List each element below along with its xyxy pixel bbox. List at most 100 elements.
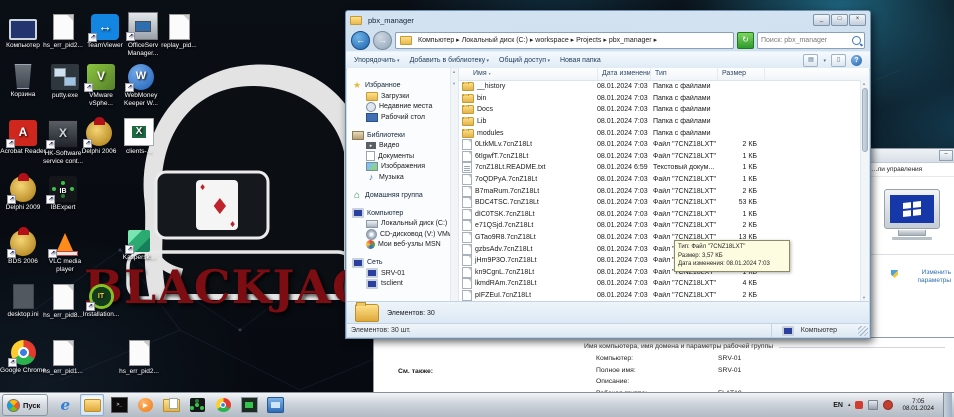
- language-indicator[interactable]: EN: [833, 402, 843, 409]
- toolbar-button[interactable]: Новая папка: [560, 57, 601, 64]
- desktop-icon[interactable]: hs_err_pid1...: [40, 340, 86, 376]
- refresh-button[interactable]: ↻: [737, 32, 754, 49]
- column-header-name[interactable]: Имя ▾: [459, 68, 598, 80]
- minimize-button[interactable]: –: [939, 150, 953, 161]
- computer-name-group-title: Имя компьютера, имя домена и параметры р…: [584, 343, 773, 350]
- nav-item[interactable]: Локальный диск (C:): [347, 219, 458, 230]
- search-input[interactable]: Поиск: pbx_manager: [757, 32, 865, 49]
- forward-button[interactable]: →: [373, 31, 392, 50]
- nav-item[interactable]: Видео: [347, 141, 458, 152]
- list-scrollbar[interactable]: [860, 80, 869, 301]
- file-row[interactable]: kn9CgnL.7cnZ18Lt 08.01.2024 7:03 Файл "7…: [459, 267, 869, 279]
- column-header-date[interactable]: Дата изменения: [598, 68, 651, 80]
- file-row[interactable]: pIFZEuI.7cnZ18Lt 08.01.2024 7:03 Файл "7…: [459, 290, 869, 301]
- maximize-button[interactable]: □: [831, 14, 848, 26]
- nav-item[interactable]: CD-дисковод (V:) VMware VC: [347, 229, 458, 240]
- title-bar[interactable]: pbx_manager _ □ ×: [346, 11, 870, 29]
- taskbar-app-button[interactable]: [54, 395, 76, 415]
- nav-item[interactable]: Недавние места: [347, 102, 458, 113]
- tray-icon[interactable]: [868, 400, 878, 410]
- nav-item[interactable]: [347, 201, 458, 208]
- file-row[interactable]: Lib 08.01.2024 7:03 Папка с файлами: [459, 116, 869, 128]
- desktop-icon[interactable]: Kaspersk...: [116, 230, 162, 262]
- file-row[interactable]: lkmdRAm.7cnZ18Lt 08.01.2024 7:03 Файл "7…: [459, 278, 869, 290]
- column-header-size[interactable]: Размер: [718, 68, 765, 80]
- toolbar-button[interactable]: Упорядочить: [354, 57, 400, 64]
- resize-grip[interactable]: [858, 326, 868, 336]
- file-row[interactable]: jHm9P3O.7cnZ18Lt 08.01.2024 7:03 Файл "7…: [459, 255, 869, 267]
- desktop-icon[interactable]: IBExpert: [40, 176, 86, 212]
- address-breadcrumb[interactable]: Компьютер ▸ Локальный диск (C:) ▸ worksp…: [395, 32, 734, 49]
- nav-item[interactable]: tsclient: [347, 279, 458, 290]
- tray-icon[interactable]: [855, 401, 863, 409]
- taskbar-app-button[interactable]: [108, 395, 130, 415]
- desktop-icon[interactable]: clients-...: [116, 118, 162, 156]
- nav-item[interactable]: Домашняя группа: [347, 190, 458, 201]
- scrollbar-thumb[interactable]: [862, 88, 868, 152]
- file-row[interactable]: 0LtkMLv.7cnZ18Lt 08.01.2024 7:03 Файл "7…: [459, 139, 869, 151]
- desktop-icon[interactable]: hs_err_pid2...: [116, 340, 162, 376]
- tray-icon[interactable]: [883, 400, 893, 410]
- file-row[interactable]: modules 08.01.2024 7:03 Папка с файлами: [459, 127, 869, 139]
- nav-item[interactable]: SRV-01: [347, 268, 458, 279]
- show-desktop-button[interactable]: [943, 393, 952, 417]
- taskbar-app-button[interactable]: [238, 395, 260, 415]
- file-row[interactable]: e71QSjd.7cnZ18Lt 08.01.2024 7:03 Файл "7…: [459, 220, 869, 232]
- nav-scrollbar[interactable]: [450, 68, 458, 301]
- desktop-icon-image: [128, 12, 158, 40]
- file-row[interactable]: dIC0TSK.7cnZ18Lt 08.01.2024 7:03 Файл "7…: [459, 209, 869, 221]
- close-button[interactable]: ×: [849, 14, 866, 26]
- minimize-button[interactable]: _: [813, 14, 830, 26]
- back-button[interactable]: ←: [351, 31, 370, 50]
- taskbar-app-button[interactable]: [80, 394, 104, 416]
- nav-item[interactable]: Документы: [347, 151, 458, 162]
- nav-item[interactable]: Музыка: [347, 172, 458, 183]
- desktop-icon[interactable]: Корзина: [0, 64, 46, 99]
- nav-item[interactable]: Загрузки: [347, 91, 458, 102]
- nav-item[interactable]: Библиотеки: [347, 130, 458, 141]
- help-button[interactable]: ?: [851, 55, 862, 66]
- toolbar-button[interactable]: Общий доступ: [499, 57, 550, 64]
- file-tooltip: Тип: Файл "7CNZ18LXT" Размер: 3,57 КБ Да…: [674, 240, 790, 272]
- taskbar-app-button[interactable]: [134, 395, 156, 415]
- nav-item[interactable]: Избранное: [347, 80, 458, 91]
- column-header-type[interactable]: Тип: [651, 68, 718, 80]
- nav-item[interactable]: [347, 250, 458, 257]
- tray-expand-icon[interactable]: ▴: [848, 402, 851, 408]
- desktop-icon[interactable]: Installation...: [78, 284, 124, 319]
- nav-item[interactable]: Сеть: [347, 257, 458, 268]
- desktop-icon[interactable]: BDS 2006: [0, 230, 46, 266]
- desktop-icon[interactable]: hs_err_pid2...: [40, 14, 86, 50]
- start-button[interactable]: Пуск: [2, 394, 48, 416]
- views-dropdown-icon[interactable]: ▾: [823, 58, 826, 64]
- desktop-icon[interactable]: replay_pid...: [156, 14, 202, 50]
- file-row[interactable]: __history 08.01.2024 7:03 Папка с файлам…: [459, 81, 869, 93]
- nav-item[interactable]: Рабочий стол: [347, 112, 458, 123]
- change-settings-link[interactable]: Изменить параметры: [891, 269, 951, 285]
- desktop-icon[interactable]: VLC media player: [42, 230, 88, 273]
- file-row[interactable]: bin 08.01.2024 7:03 Папка с файлами: [459, 93, 869, 105]
- taskbar-app-button[interactable]: [264, 395, 286, 415]
- file-row[interactable]: 6tIgwfT.7cnZ18Lt 08.01.2024 7:03 Файл "7…: [459, 151, 869, 163]
- nav-item[interactable]: Мои веб-узлы MSN: [347, 240, 458, 251]
- shortcut-badge: [49, 121, 77, 147]
- taskbar-app-button[interactable]: [212, 395, 234, 415]
- taskbar-app-button[interactable]: [186, 395, 208, 415]
- file-row[interactable]: B7maRum.7cnZ18Lt 08.01.2024 7:03 Файл "7…: [459, 185, 869, 197]
- nav-item[interactable]: Компьютер: [347, 208, 458, 219]
- file-row[interactable]: 7cnZ18Lt.README.txt 08.01.2024 6:59 Текс…: [459, 162, 869, 174]
- file-row[interactable]: GTao9R8.7cnZ18Lt 08.01.2024 7:03 Файл "7…: [459, 232, 869, 244]
- file-row[interactable]: Docs 08.01.2024 7:03 Папка с файлами: [459, 104, 869, 116]
- desktop-icon[interactable]: WebMoney Keeper W...: [118, 64, 164, 107]
- preview-pane-button[interactable]: ▯: [831, 54, 846, 67]
- file-row[interactable]: gzbsAdv.7cnZ18Lt 08.01.2024 7:03 Файл "7…: [459, 243, 869, 255]
- nav-item[interactable]: Изображения: [347, 162, 458, 173]
- taskbar-app-button[interactable]: [160, 395, 182, 415]
- file-row[interactable]: 7oQDPyA.7cnZ18Lt 08.01.2024 7:03 Файл "7…: [459, 174, 869, 186]
- toolbar-button[interactable]: Добавить в библиотеку: [410, 57, 489, 64]
- file-row[interactable]: BDC4TSC.7cnZ18Lt 08.01.2024 7:03 Файл "7…: [459, 197, 869, 209]
- taskbar-clock[interactable]: 7:05 08.01.2024: [898, 398, 938, 413]
- nav-item[interactable]: [347, 183, 458, 190]
- views-button[interactable]: ▤: [803, 54, 818, 67]
- nav-item[interactable]: [347, 123, 458, 130]
